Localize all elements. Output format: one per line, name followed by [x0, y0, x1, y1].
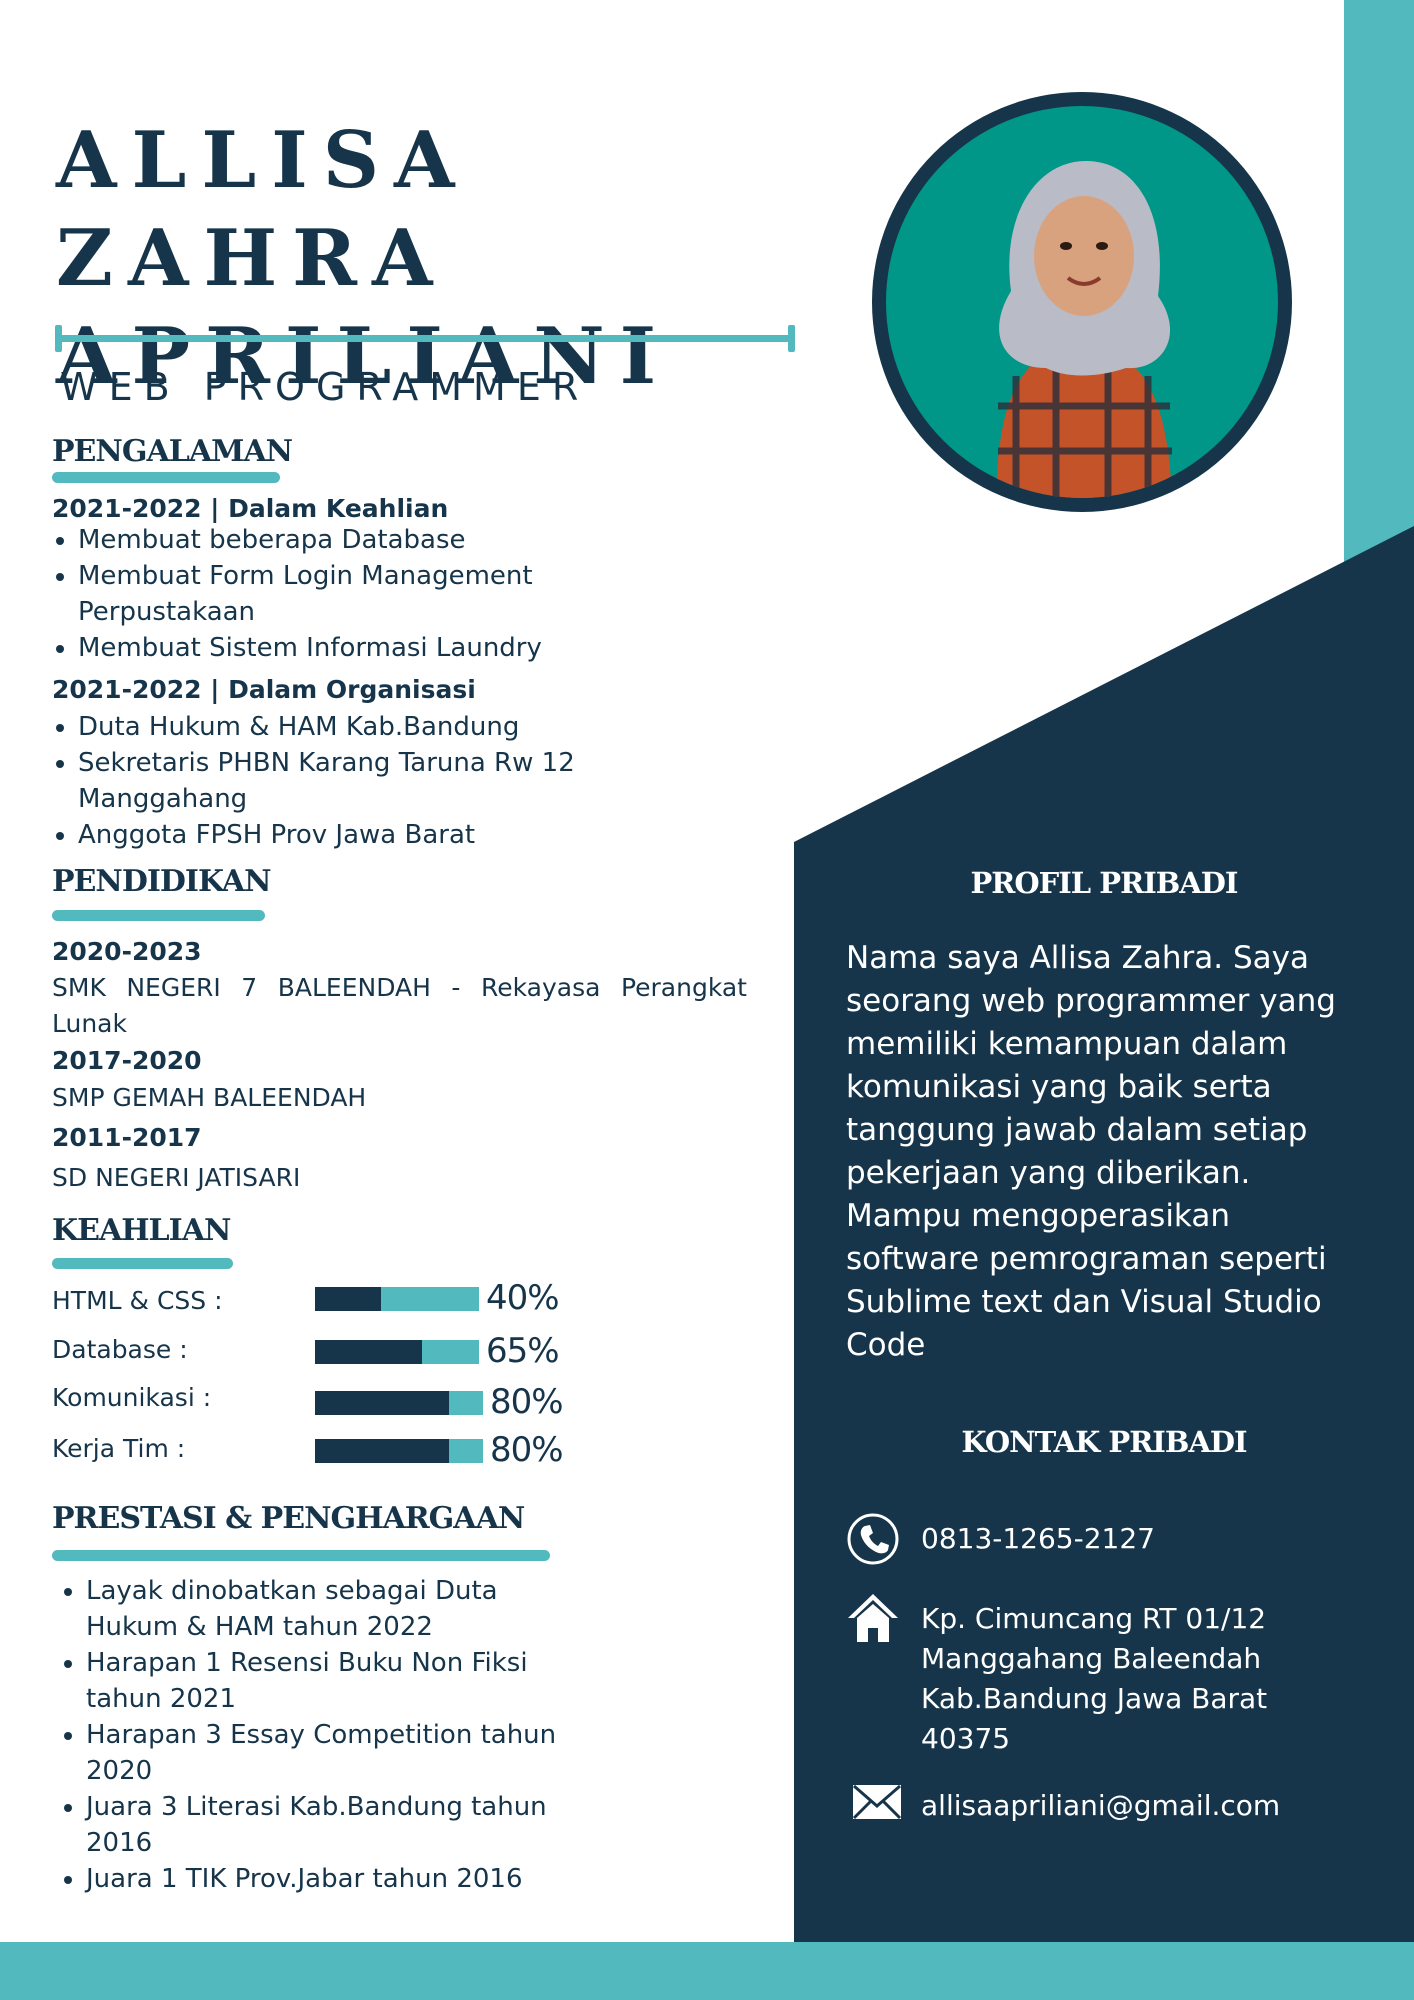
- education-heading: PENDIDIKAN: [52, 864, 272, 899]
- education-years: 2011-2017: [52, 1123, 202, 1152]
- teal-side-stripe: [1344, 0, 1414, 600]
- skill-bar: [315, 1340, 479, 1364]
- list-item: Layak dinobatkan sebagai Duta Hukum & HA…: [86, 1573, 596, 1645]
- experience-group-1-heading: 2021-2022 | Dalam Keahlian: [52, 494, 449, 523]
- skill-bar: [315, 1439, 483, 1463]
- skill-bar: [315, 1287, 479, 1311]
- experience-group-2-list: Duta Hukum & HAM Kab.Bandung Sekretaris …: [52, 709, 608, 853]
- skill-bar-fill: [315, 1439, 450, 1463]
- contact-email: allisaapriliani@gmail.com: [921, 1789, 1281, 1822]
- person-illustration: [996, 161, 1172, 498]
- contact-phone: 0813-1265-2127: [921, 1522, 1155, 1555]
- address-line: 40375: [921, 1722, 1011, 1755]
- address-line: Kp. Cimuncang RT 01/12: [921, 1602, 1267, 1635]
- skill-bar-fill: [315, 1391, 450, 1415]
- education-years: 2017-2020: [52, 1046, 202, 1075]
- list-item: Membuat Form Login Management Perpustaka…: [78, 558, 598, 630]
- mail-icon: [852, 1784, 902, 1820]
- profile-text: Nama saya Allisa Zahra. Saya seorang web…: [846, 940, 1336, 1363]
- skill-label: Database :: [52, 1335, 188, 1364]
- experience-group-2-heading: 2021-2022 | Dalam Organisasi: [52, 675, 476, 704]
- skill-bar-fill: [315, 1340, 422, 1364]
- experience-group-1-list: Membuat beberapa Database Membuat Form L…: [52, 522, 598, 666]
- education-school: SMK NEGERI 7 BALEENDAH - Rekayasa Perang…: [52, 973, 747, 1038]
- achievements-heading: PRESTASI & PENGHARGAAN: [52, 1501, 525, 1536]
- education-school: SD NEGERI JATISARI: [52, 1163, 301, 1192]
- achievements-list: Layak dinobatkan sebagai Duta Hukum & HA…: [60, 1573, 596, 1897]
- experience-underline: [52, 472, 280, 483]
- list-item: Juara 1 TIK Prov.Jabar tahun 2016: [86, 1861, 596, 1897]
- skill-label: Komunikasi :: [52, 1383, 212, 1412]
- education-years: 2020-2023: [52, 937, 202, 966]
- name-divider: [55, 325, 795, 352]
- full-name: ALLISA ZAHRA APRILIANI: [56, 112, 816, 406]
- skills-underline: [52, 1258, 233, 1269]
- list-item: Sekretaris PHBN Karang Taruna Rw 12 Mang…: [78, 745, 608, 817]
- skill-label: Kerja Tim :: [52, 1434, 186, 1463]
- achievements-underline: [52, 1550, 550, 1561]
- job-title: WEB PROGRAMMER: [60, 365, 590, 409]
- address-line: Manggahang Baleendah: [921, 1642, 1262, 1675]
- name-line-1: ALLISA ZAHRA: [56, 115, 470, 304]
- skill-percent: 65%: [486, 1331, 560, 1371]
- list-item: Harapan 1 Resensi Buku Non Fiksi tahun 2…: [86, 1645, 596, 1717]
- contact-address: Kp. Cimuncang RT 01/12 Manggahang Baleen…: [921, 1599, 1361, 1759]
- list-item: Juara 3 Literasi Kab.Bandung tahun 2016: [86, 1789, 596, 1861]
- photo-background: [886, 106, 1278, 498]
- contact-heading: KONTAK PRIBADI: [961, 1425, 1247, 1459]
- experience-heading: PENGALAMAN: [52, 434, 293, 469]
- address-line: Kab.Bandung Jawa Barat: [921, 1682, 1268, 1715]
- list-item: Duta Hukum & HAM Kab.Bandung: [78, 709, 608, 745]
- list-item: Membuat Sistem Informasi Laundry: [78, 630, 598, 666]
- list-item: Harapan 3 Essay Competition tahun 2020: [86, 1717, 596, 1789]
- skill-percent: 80%: [490, 1382, 564, 1422]
- skill-label: HTML & CSS :: [52, 1286, 223, 1315]
- skill-percent: 80%: [490, 1430, 564, 1470]
- home-icon: [846, 1592, 900, 1644]
- profile-photo: [872, 92, 1292, 512]
- skill-bar-fill: [315, 1287, 381, 1311]
- phone-icon: [846, 1512, 900, 1566]
- teal-bottom-band: [0, 1942, 1414, 2000]
- skills-heading: KEAHLIAN: [52, 1213, 231, 1248]
- list-item: Anggota FPSH Prov Jawa Barat: [78, 817, 608, 853]
- skill-bar: [315, 1391, 483, 1415]
- education-school: SMP GEMAH BALEENDAH: [52, 1083, 367, 1112]
- profile-heading: PROFIL PRIBADI: [970, 866, 1238, 900]
- skill-percent: 40%: [486, 1278, 560, 1318]
- list-item: Membuat beberapa Database: [78, 522, 598, 558]
- education-underline: [52, 910, 265, 921]
